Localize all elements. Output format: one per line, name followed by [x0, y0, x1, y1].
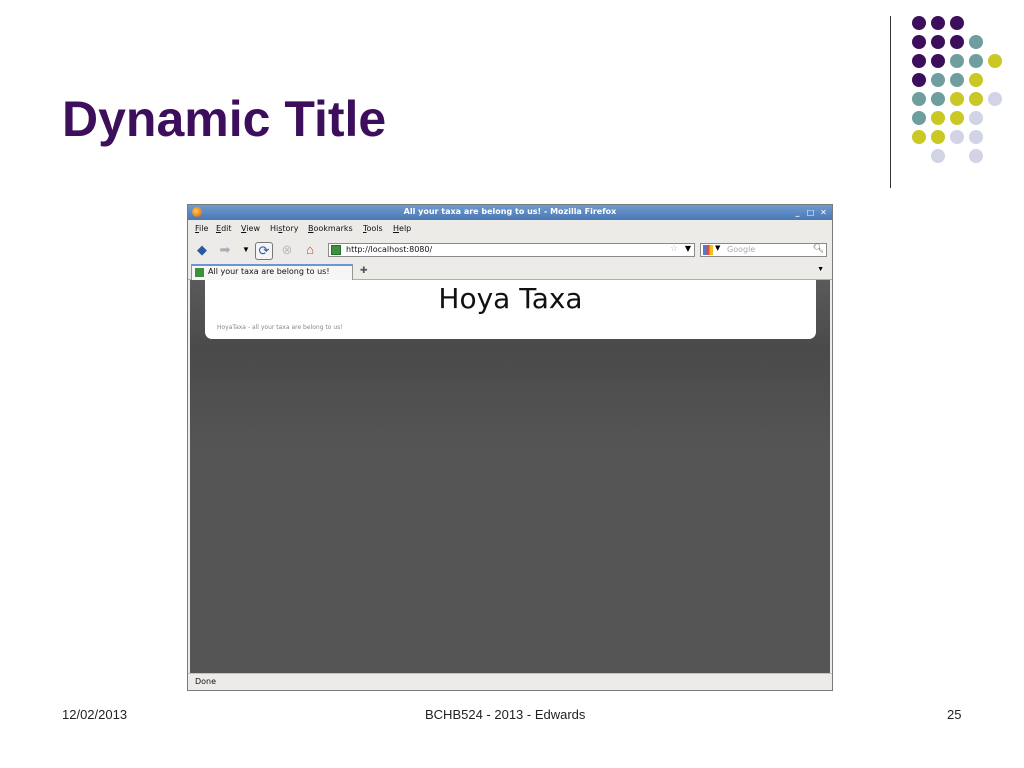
decorative-dot [950, 35, 964, 49]
firefox-window: All your taxa are belong to us! - Mozill… [187, 204, 833, 691]
decorative-dot [969, 130, 983, 144]
decorative-divider [890, 16, 891, 188]
new-tab-icon[interactable]: ✚ [360, 265, 368, 276]
url-dropdown-icon[interactable]: ▼ [685, 244, 691, 253]
page-tagline: HoyaTaxa - all your taxa are belong to u… [217, 324, 343, 331]
url-text[interactable]: http://localhost:8080/ [346, 245, 432, 254]
forward-icon[interactable]: ➡ [217, 242, 233, 258]
search-engine-icon[interactable] [703, 245, 713, 255]
footer-center: BCHB524 - 2013 - Edwards [425, 707, 586, 722]
maximize-icon[interactable]: □ [805, 207, 816, 218]
decorative-dot [950, 54, 964, 68]
menu-view[interactable]: View [241, 224, 260, 233]
decorative-dot [912, 16, 926, 30]
decorative-dot [950, 130, 964, 144]
decorative-dot [931, 35, 945, 49]
status-bar: Done [188, 673, 832, 690]
slide-title: Dynamic Title [62, 91, 387, 147]
decorative-dot [931, 149, 945, 163]
decorative-dot [931, 92, 945, 106]
menu-help[interactable]: Help [393, 224, 411, 233]
home-icon[interactable]: ⌂ [302, 242, 318, 258]
decorative-dot [912, 73, 926, 87]
decorative-dot [931, 54, 945, 68]
window-titlebar[interactable]: All your taxa are belong to us! - Mozill… [188, 205, 832, 220]
back-icon[interactable]: ◆ [194, 242, 210, 258]
decorative-dot [912, 111, 926, 125]
decorative-dot [931, 73, 945, 87]
decorative-dot [912, 92, 926, 106]
decorative-dot [988, 92, 1002, 106]
decorative-dot [950, 73, 964, 87]
decorative-dot [931, 16, 945, 30]
search-input[interactable]: ▼ Google 🔍︎ [700, 243, 827, 257]
decorative-dot [988, 54, 1002, 68]
decorative-dot [931, 111, 945, 125]
search-engine-dropdown-icon[interactable]: ▼ [715, 244, 720, 252]
decorative-dot [912, 54, 926, 68]
menu-bookmarks[interactable]: Bookmarks [308, 224, 353, 233]
close-icon[interactable]: ✕ [818, 207, 829, 218]
url-bar[interactable]: http://localhost:8080/ ☆ ▼ [328, 243, 695, 257]
decorative-dot [969, 73, 983, 87]
navigation-toolbar: ◆ ➡ ▼ ⟳ ⊗ ⌂ http://localhost:8080/ ☆ ▼ ▼… [188, 238, 832, 262]
page-content: Hoya Taxa HoyaTaxa - all your taxa are b… [190, 280, 830, 674]
bookmark-star-icon[interactable]: ☆ [670, 244, 678, 254]
page-heading: Hoya Taxa [438, 282, 583, 315]
decorative-dot [912, 130, 926, 144]
stop-icon[interactable]: ⊗ [279, 242, 295, 258]
menu-tools[interactable]: Tools [363, 224, 383, 233]
decorative-dot [969, 35, 983, 49]
menu-edit[interactable]: Edit [216, 224, 232, 233]
menubar: File Edit View History Bookmarks Tools H… [188, 221, 832, 237]
decorative-dot [912, 35, 926, 49]
decorative-dot [950, 16, 964, 30]
decorative-dot [969, 54, 983, 68]
tab-favicon-icon [195, 268, 204, 277]
tab-bar: All your taxa are belong to us! ✚ ▼ [188, 263, 832, 280]
menu-history[interactable]: History [270, 224, 298, 233]
decorative-dot [969, 92, 983, 106]
search-placeholder: Google [727, 245, 756, 254]
footer-page-number: 25 [947, 707, 962, 722]
page-header: Hoya Taxa HoyaTaxa - all your taxa are b… [205, 280, 816, 339]
tab-list-dropdown-icon[interactable]: ▼ [817, 266, 824, 273]
decorative-dot [950, 92, 964, 106]
decorative-dot [969, 149, 983, 163]
history-dropdown-icon[interactable]: ▼ [238, 242, 254, 258]
decorative-dot [969, 111, 983, 125]
minimize-icon[interactable]: _ [792, 207, 803, 218]
tab-active[interactable]: All your taxa are belong to us! [191, 264, 353, 280]
site-favicon-icon [331, 245, 341, 255]
tab-label: All your taxa are belong to us! [208, 267, 330, 276]
status-text: Done [195, 677, 217, 686]
magnifier-icon[interactable]: 🔍︎ [813, 244, 824, 254]
footer-date: 12/02/2013 [62, 707, 128, 722]
decorative-dot [931, 130, 945, 144]
menu-file[interactable]: File [195, 224, 208, 233]
reload-icon[interactable]: ⟳ [255, 242, 273, 260]
decorative-dot [950, 111, 964, 125]
window-title: All your taxa are belong to us! - Mozill… [403, 207, 617, 216]
